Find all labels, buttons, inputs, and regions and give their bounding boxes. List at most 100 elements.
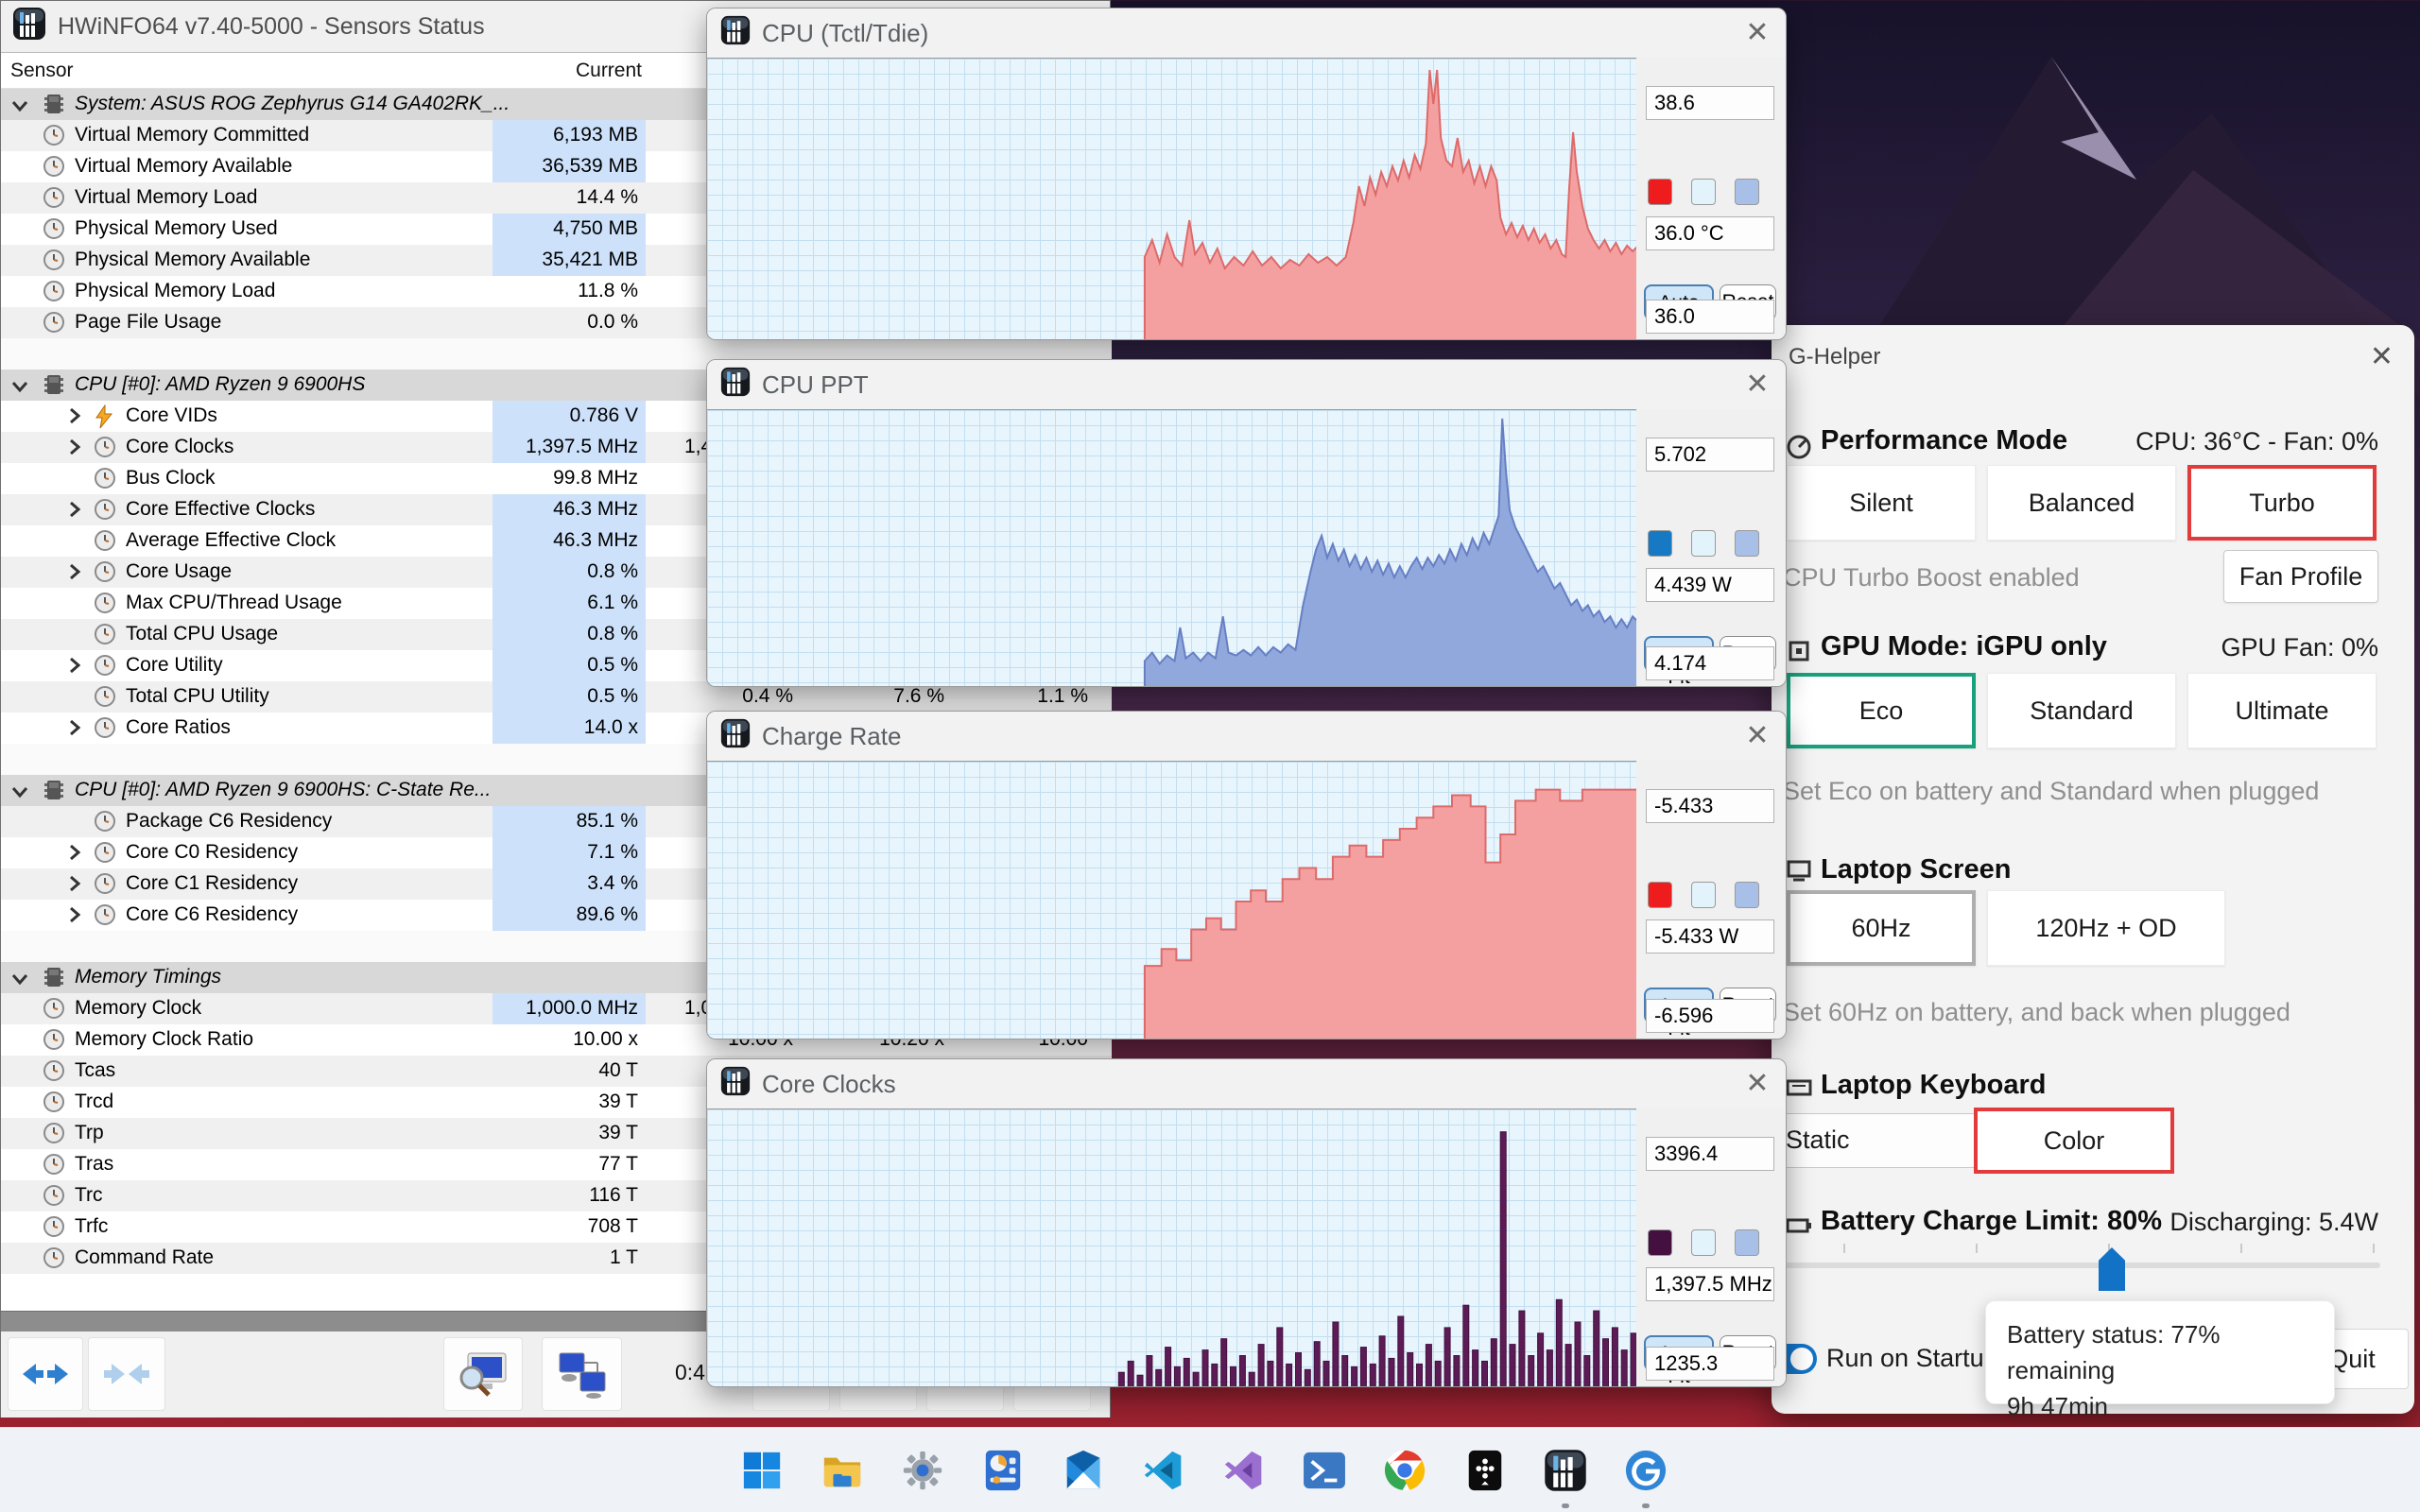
slider-tick — [1843, 1244, 1845, 1253]
series-color-swatch[interactable] — [1648, 1229, 1672, 1256]
battery-limit-slider-handle[interactable] — [2099, 1247, 2125, 1291]
expand-icon[interactable] — [67, 406, 82, 431]
series-color-swatch[interactable] — [1648, 882, 1672, 908]
sensor-current-value: 116 T — [589, 1184, 638, 1206]
graph-max-value: 3396.4 — [1646, 1137, 1774, 1171]
mode-button-120hz-od[interactable]: 120Hz + OD — [1987, 890, 2225, 966]
expand-icon[interactable] — [67, 500, 82, 524]
sensor-label: Core Ratios — [126, 716, 231, 738]
collapse-icon[interactable] — [10, 377, 29, 400]
grid-color-swatch[interactable] — [1735, 530, 1759, 557]
monitor-inspect-button[interactable] — [443, 1337, 523, 1411]
expand-icon[interactable] — [67, 843, 82, 868]
taskbar-icon-mail[interactable] — [1054, 1441, 1113, 1500]
column-header-sensor[interactable]: Sensor — [10, 60, 74, 82]
sensor-label: Physical Memory Used — [75, 217, 278, 239]
grid-color-swatch[interactable] — [1735, 1229, 1759, 1256]
expand-icon[interactable] — [67, 905, 82, 930]
sensor-current-value: 40 T — [598, 1059, 638, 1081]
hwinfo-app-icon — [720, 367, 751, 404]
mode-button-60hz[interactable]: 60Hz — [1787, 890, 1976, 966]
tooltip-line1: Battery status: 77% remaining — [2007, 1320, 2221, 1384]
background-color-swatch[interactable] — [1691, 882, 1716, 908]
graph-titlebar[interactable]: Charge Rate — [707, 712, 1786, 761]
expand-icon[interactable] — [67, 656, 82, 680]
graph-title: CPU (Tctl/Tdie) — [762, 18, 929, 47]
graph-title: CPU PPT — [762, 369, 869, 399]
graph-current-value: 36.0 °C — [1646, 216, 1774, 250]
keyboard-color-button[interactable]: Color — [1974, 1108, 2174, 1174]
mode-button-ultimate[interactable]: Ultimate — [2187, 673, 2377, 748]
grid-color-swatch[interactable] — [1735, 882, 1759, 908]
graph-min-value: -6.596 — [1646, 999, 1774, 1033]
hwinfo-app-icon — [720, 1066, 751, 1103]
column-header-current[interactable]: Current — [493, 60, 642, 82]
remote-monitoring-button[interactable] — [542, 1337, 622, 1411]
close-icon[interactable]: ✕ — [1740, 368, 1774, 402]
uptime-value: 0:4 — [675, 1360, 705, 1384]
graph-titlebar[interactable]: CPU (Tctl/Tdie) — [707, 9, 1786, 58]
mode-button-balanced[interactable]: Balanced — [1987, 465, 2176, 541]
chip-icon — [43, 92, 65, 122]
ghelper-window-title: G-Helper — [1789, 344, 1881, 369]
sensor-clock-icon — [94, 903, 116, 932]
mode-button-silent[interactable]: Silent — [1787, 465, 1976, 541]
graph-title: Core Clocks — [762, 1069, 896, 1098]
graph-min-value: 36.0 — [1646, 300, 1774, 334]
graph-titlebar[interactable]: CPU PPT — [707, 360, 1786, 409]
sensor-clock-icon — [94, 872, 116, 901]
background-color-swatch[interactable] — [1691, 179, 1716, 205]
taskbar-icon-start[interactable] — [733, 1441, 791, 1500]
taskbar-icon-vscode[interactable] — [1134, 1441, 1193, 1500]
sensor-current-value: 89.6 % — [493, 900, 646, 931]
sensor-current-value: 6,193 MB — [493, 120, 646, 151]
taskbar-icon-system-monitor[interactable] — [974, 1441, 1032, 1500]
expand-icon[interactable] — [67, 874, 82, 899]
sensor-current-value: 14.0 x — [493, 713, 646, 744]
sensor-extra-value: 7.6 % — [893, 685, 944, 707]
sensor-clock-icon — [43, 1153, 65, 1181]
taskbar-icon-dark-utility[interactable] — [1456, 1441, 1514, 1500]
fan-profile-button[interactable]: Fan Profile — [2223, 550, 2378, 603]
sensor-label: Total CPU Usage — [126, 623, 279, 644]
collapse-icon[interactable] — [10, 782, 29, 805]
background-color-swatch[interactable] — [1691, 530, 1716, 557]
collapse-icon[interactable] — [10, 96, 29, 119]
sensor-clock-icon — [94, 654, 116, 682]
mode-button-eco[interactable]: Eco — [1787, 673, 1976, 748]
battery-limit-slider-track[interactable] — [1783, 1263, 2380, 1268]
series-color-swatch[interactable] — [1648, 530, 1672, 557]
close-icon[interactable]: ✕ — [1740, 1067, 1774, 1101]
mode-button-turbo[interactable]: Turbo — [2187, 465, 2377, 541]
close-icon[interactable]: ✕ — [1740, 16, 1774, 50]
expand-icon[interactable] — [67, 562, 82, 587]
slider-tick — [2240, 1244, 2242, 1253]
graph-plot-area — [707, 1108, 1638, 1386]
sensor-clock-icon — [94, 841, 116, 869]
sensor-current-value: 3.4 % — [493, 868, 646, 900]
taskbar-icon-chrome[interactable] — [1375, 1441, 1434, 1500]
taskbar-icon-file-explorer[interactable] — [813, 1441, 872, 1500]
ghelper-close-icon[interactable]: ✕ — [2370, 340, 2394, 373]
graph-current-value: 4.439 W — [1646, 568, 1774, 602]
taskbar-icon-powershell[interactable] — [1295, 1441, 1354, 1500]
taskbar-icon-visual-studio[interactable] — [1215, 1441, 1273, 1500]
sensor-clock-icon — [43, 280, 65, 308]
collapse-icon[interactable] — [10, 970, 29, 992]
expand-icon[interactable] — [67, 718, 82, 743]
battery-charge-limit-heading: Battery Charge Limit: 80% — [1821, 1206, 2162, 1236]
grid-color-swatch[interactable] — [1735, 179, 1759, 205]
hwinfo-app-icon — [720, 15, 751, 52]
sensor-current-value: 46.3 MHz — [493, 494, 646, 525]
collapse-columns-button[interactable] — [88, 1337, 165, 1411]
series-color-swatch[interactable] — [1648, 179, 1672, 205]
close-icon[interactable]: ✕ — [1740, 719, 1774, 753]
taskbar-icon-ghelper[interactable] — [1616, 1441, 1675, 1500]
taskbar-icon-hwinfo[interactable] — [1536, 1441, 1595, 1500]
graph-titlebar[interactable]: Core Clocks — [707, 1059, 1786, 1108]
background-color-swatch[interactable] — [1691, 1229, 1716, 1256]
expand-icon[interactable] — [67, 438, 82, 462]
taskbar-icon-settings[interactable] — [893, 1441, 952, 1500]
expand-columns-button[interactable] — [8, 1337, 83, 1411]
mode-button-standard[interactable]: Standard — [1987, 673, 2176, 748]
